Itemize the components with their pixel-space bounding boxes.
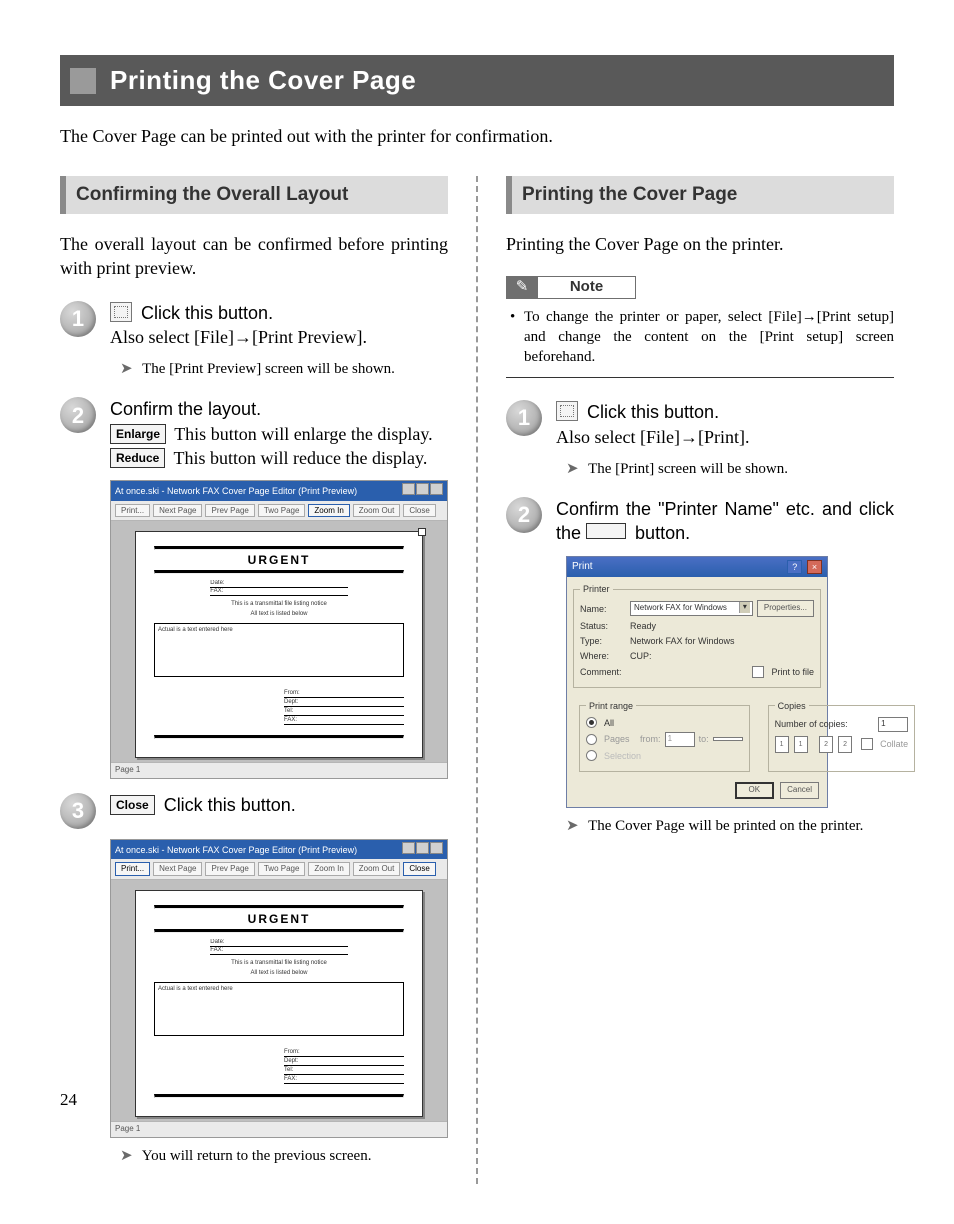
range-all-radio[interactable] (586, 717, 597, 728)
window-controls (401, 483, 443, 498)
note-body: • To change the printer or paper, select… (506, 299, 894, 379)
right-step1-line2: Also select [File]→[Print]. (556, 425, 894, 449)
left-section-intro: The overall layout can be confirmed befo… (60, 232, 448, 281)
print-to-file-checkbox[interactable] (752, 666, 764, 678)
print-dialog-figure: Print ? × Printer Name: Network FAX for … (566, 556, 828, 808)
print-dialog-title: Print (572, 560, 593, 574)
toolbar-close-button[interactable]: Close (403, 504, 435, 518)
toolbar-zoom-in-button[interactable]: Zoom In (308, 504, 349, 518)
toolbar-zoom-in-button[interactable]: Zoom In (308, 862, 349, 876)
window-controls: ? × (785, 560, 822, 575)
step-number-1-icon: 1 (506, 400, 542, 436)
properties-button[interactable]: Properties... (757, 600, 814, 617)
collate-checkbox[interactable] (861, 738, 873, 750)
blank-button-label (586, 523, 626, 539)
left-section-title: Confirming the Overall Layout (60, 176, 448, 214)
range-selection-radio (586, 750, 597, 761)
result-arrow-icon: ➤ (566, 461, 579, 477)
preview-window-title: At once.ski - Network FAX Cover Page Edi… (115, 485, 357, 497)
preview-statusbar: Page 1 (111, 762, 447, 778)
printer-fieldset: Printer Name: Network FAX for Windows Pr… (573, 583, 821, 688)
left-step2-reduce-text: This button will reduce the display. (169, 448, 427, 468)
left-step3-result: ➤ You will return to the previous screen… (120, 1146, 448, 1166)
note-header: ✎ Note (506, 276, 636, 298)
left-step1-line2: Also select [File]→[Print Preview]. (110, 325, 448, 349)
right-section-intro: Printing the Cover Page on the printer. (506, 232, 894, 256)
title-square-icon (70, 68, 96, 94)
close-icon[interactable]: × (807, 560, 822, 574)
result-arrow-icon: ➤ (120, 361, 133, 377)
print-range-fieldset: Print range All Pages from: 1 to: Select… (579, 700, 750, 772)
toolbar-next-button[interactable]: Next Page (153, 862, 202, 876)
left-step3-text: Click this button. (159, 795, 296, 815)
print-preview-figure-1: At once.ski - Network FAX Cover Page Edi… (110, 480, 448, 779)
cancel-button[interactable]: Cancel (780, 782, 819, 799)
reduce-button-label: Reduce (110, 448, 165, 468)
left-step1-result: ➤ The [Print Preview] screen will be sho… (120, 359, 448, 379)
step-number-2-icon: 2 (506, 497, 542, 533)
toolbar-two-page-button[interactable]: Two Page (258, 504, 306, 518)
copies-fieldset: Copies Number of copies: 1 11 22 Collate (768, 700, 916, 772)
printer-name-select[interactable]: Network FAX for Windows (630, 601, 753, 616)
right-step1-line1: Click this button. (587, 402, 719, 422)
left-step2-enlarge-text: This button will enlarge the display. (170, 424, 433, 444)
preview-toolbar: Print... Next Page Prev Page Two Page Zo… (111, 501, 447, 522)
page-title-bar: Printing the Cover Page (60, 55, 894, 106)
step-number-2-icon: 2 (60, 397, 96, 433)
print-preview-figure-2: At once.ski - Network FAX Cover Page Edi… (110, 839, 448, 1138)
result-arrow-icon: ➤ (120, 1148, 133, 1164)
note-label: Note (538, 276, 636, 298)
toolbar-zoom-out-button[interactable]: Zoom Out (353, 504, 401, 518)
copies-input[interactable]: 1 (878, 717, 908, 732)
to-input[interactable] (713, 737, 743, 741)
note-pencil-icon: ✎ (506, 276, 538, 298)
toolbar-two-page-button[interactable]: Two Page (258, 862, 306, 876)
toolbar-next-button[interactable]: Next Page (153, 504, 202, 518)
right-step2-result: ➤ The Cover Page will be printed on the … (566, 816, 894, 836)
range-pages-radio[interactable] (586, 734, 597, 745)
page-title: Printing the Cover Page (110, 63, 416, 98)
step-number-1-icon: 1 (60, 301, 96, 337)
from-input[interactable]: 1 (665, 732, 695, 747)
right-step2-text-b: button. (635, 523, 690, 543)
result-arrow-icon: ➤ (566, 818, 579, 834)
page-intro: The Cover Page can be printed out with t… (60, 124, 894, 148)
left-step2-line1: Confirm the layout. (110, 397, 448, 421)
toolbar-prev-button[interactable]: Prev Page (205, 862, 254, 876)
close-button-label: Close (110, 795, 155, 815)
right-step1-result: ➤ The [Print] screen will be shown. (566, 459, 894, 479)
toolbar-print-button[interactable]: Print... (115, 862, 150, 876)
print-preview-icon (110, 302, 132, 322)
step-number-3-icon: 3 (60, 793, 96, 829)
toolbar-print-button[interactable]: Print... (115, 504, 150, 518)
right-section-title: Printing the Cover Page (506, 176, 894, 214)
print-icon (556, 401, 578, 421)
toolbar-close-button[interactable]: Close (403, 862, 435, 876)
column-divider (476, 176, 478, 1184)
ok-button[interactable]: OK (735, 782, 775, 799)
cover-urgent-label: URGENT (154, 550, 404, 570)
enlarge-button-label: Enlarge (110, 424, 166, 444)
toolbar-zoom-out-button[interactable]: Zoom Out (353, 862, 401, 876)
toolbar-prev-button[interactable]: Prev Page (205, 504, 254, 518)
left-step1-line1: Click this button. (141, 303, 273, 323)
help-icon[interactable]: ? (787, 560, 802, 574)
page-number: 24 (60, 1089, 77, 1112)
